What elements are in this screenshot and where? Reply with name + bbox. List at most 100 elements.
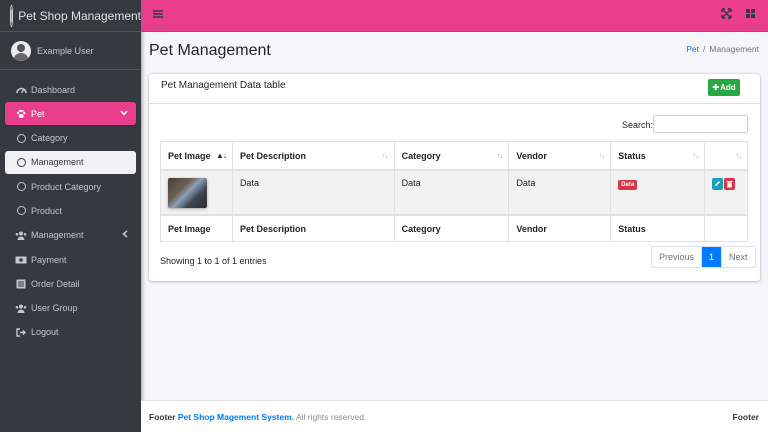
chevron-down-icon	[120, 109, 128, 118]
footer-category: Category	[393, 213, 510, 242]
sidebar-item-label: Order Detail	[31, 278, 80, 289]
grid-icon[interactable]	[745, 8, 756, 21]
list-icon	[15, 279, 27, 289]
column-header-pet-image[interactable]: Pet Image ▲↓	[160, 141, 233, 171]
sidebar-item-product-category[interactable]: Product Category	[5, 175, 136, 198]
user-panel[interactable]: Example User	[0, 32, 141, 70]
breadcrumb-link-pet[interactable]: Pet	[686, 44, 699, 54]
search-row: Search:	[149, 114, 760, 134]
sidebar-item-label: Product Category	[31, 181, 102, 192]
pet-thumbnail[interactable]	[168, 177, 207, 208]
money-icon	[15, 256, 27, 264]
vendor-cell: Data	[508, 169, 612, 215]
footer-status: Status	[610, 213, 706, 242]
circle-icon	[15, 182, 27, 192]
column-header-actions[interactable]: ↑↓	[704, 141, 748, 171]
brand-title: Pet Shop Management	[18, 8, 141, 23]
footer-right: Footer	[732, 412, 759, 422]
sidebar-nav: Dashboard Pet Category Management Produc…	[0, 78, 141, 344]
sort-asc-icon: ▲↓	[216, 151, 227, 160]
sidebar-item-product[interactable]: Product	[5, 199, 136, 222]
sidebar-item-label: User Group	[31, 303, 78, 314]
trash-icon	[726, 180, 733, 187]
sort-icon: ↑↓	[381, 151, 389, 160]
sort-icon: ↑↓	[598, 151, 605, 160]
pet-image-cell	[160, 169, 233, 215]
page-1-button[interactable]: 1	[702, 247, 723, 267]
sidebar-item-category[interactable]: Category	[5, 127, 136, 150]
main-sidebar: Pet Shop Management Example User Dashboa…	[0, 0, 141, 432]
sidebar-item-label: Category	[31, 133, 68, 144]
content-header: Pet Management Pet / Management	[149, 40, 761, 64]
brand-link[interactable]: Pet Shop Management	[0, 0, 141, 32]
table-info: Showing 1 to 1 of 1 entries	[160, 256, 267, 266]
avatar	[11, 40, 31, 61]
sidebar-item-label: Dashboard	[31, 84, 76, 95]
sidebar-item-dashboard[interactable]: Dashboard	[5, 78, 136, 101]
pet-description-cell: Data	[231, 169, 395, 215]
card-title: Pet Management Data table	[161, 80, 286, 91]
column-header-status[interactable]: Status ↑↓	[610, 141, 706, 171]
menu-icon[interactable]	[153, 9, 163, 21]
page-title: Pet Management	[149, 42, 271, 59]
breadcrumb: Pet / Management	[686, 44, 759, 54]
next-button[interactable]: Next	[722, 247, 755, 267]
breadcrumb-separator: /	[703, 44, 706, 54]
sidebar-item-label: Pet	[31, 108, 45, 119]
top-navbar	[141, 0, 768, 32]
table-footer-row: Pet Image Pet Description Category Vendo…	[160, 213, 748, 242]
pet-management-card: Pet Management Data table ✚ Add Search: P…	[149, 74, 760, 281]
circle-icon	[15, 133, 27, 143]
footer-vendor: Vendor	[508, 213, 612, 242]
logout-icon	[15, 328, 27, 337]
user-name: Example User	[37, 45, 94, 56]
pet-table: Pet Image ▲↓ Pet Description ↑↓ Category ↑↓…	[160, 141, 748, 242]
sidebar-item-pet-management[interactable]: Management	[5, 150, 136, 174]
footer-system-link[interactable]: Pet Shop Magement System.	[178, 412, 294, 422]
sidebar-item-logout[interactable]: Logout	[5, 321, 136, 344]
search-input[interactable]	[653, 115, 748, 133]
add-button[interactable]: ✚ Add	[708, 79, 740, 96]
chevron-left-icon	[122, 230, 128, 240]
footer-prefix: Footer	[149, 412, 176, 422]
column-header-pet-description[interactable]: Pet Description ↑↓	[231, 141, 395, 171]
column-header-category[interactable]: Category ↑↓	[393, 141, 510, 171]
paw-icon	[15, 109, 27, 119]
footer-actions	[704, 213, 748, 242]
card-header: Pet Management Data table ✚ Add	[149, 74, 760, 104]
main-footer: Footer Pet Shop Magement System. All rig…	[141, 400, 768, 432]
search-label: Search:	[622, 120, 654, 130]
add-button-label: Add	[720, 83, 736, 92]
users-icon	[15, 304, 27, 313]
category-cell: Data	[393, 169, 510, 215]
footer-pet-description: Pet Description	[231, 213, 395, 242]
users-icon	[15, 231, 27, 240]
column-header-vendor[interactable]: Vendor ↑↓	[508, 141, 612, 171]
circle-icon	[15, 206, 27, 216]
plus-icon: ✚	[712, 83, 720, 92]
sidebar-item-pet[interactable]: Pet	[5, 102, 136, 126]
sidebar-item-user-group[interactable]: User Group	[5, 297, 136, 320]
previous-button[interactable]: Previous	[652, 247, 703, 267]
sidebar-item-order-detail[interactable]: Order Detail	[5, 272, 136, 295]
sort-icon: ↑↓	[692, 151, 699, 160]
footer-rights: All rights reserved.	[295, 412, 367, 422]
status-cell: Data	[610, 169, 706, 215]
sidebar-item-label: Product	[31, 205, 63, 216]
actions-cell	[704, 169, 748, 215]
status-badge: Data	[618, 179, 638, 190]
circle-icon	[15, 157, 27, 167]
sidebar-item-management[interactable]: Management	[5, 224, 136, 247]
edit-button[interactable]	[712, 177, 724, 190]
sidebar-item-label: Logout	[31, 327, 59, 338]
table-row: Data Data Data Data	[160, 169, 748, 215]
footer-pet-image: Pet Image	[160, 213, 233, 242]
table-header-row: Pet Image ▲↓ Pet Description ↑↓ Category ↑↓…	[160, 141, 748, 171]
sidebar-item-label: Payment	[31, 254, 67, 265]
pagination: Previous 1 Next	[651, 246, 756, 268]
sidebar-item-payment[interactable]: Payment	[5, 248, 136, 271]
breadcrumb-current: Management	[709, 44, 759, 54]
fullscreen-icon[interactable]	[721, 8, 732, 22]
delete-button[interactable]	[724, 177, 736, 190]
footer-left: Footer Pet Shop Magement System. All rig…	[149, 412, 366, 422]
